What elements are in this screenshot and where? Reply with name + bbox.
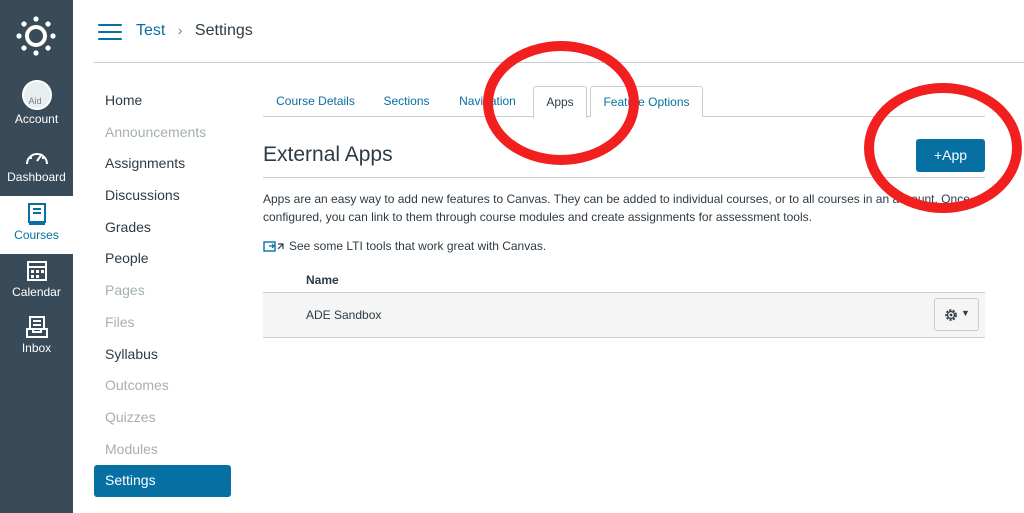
external-apps-title: External Apps xyxy=(263,143,393,166)
breadcrumb-separator: › xyxy=(177,22,183,38)
global-nav-label: Account xyxy=(14,112,59,126)
hamburger-line xyxy=(98,31,122,33)
tab-apps[interactable]: Apps xyxy=(533,86,587,118)
app-name: ADE Sandbox xyxy=(306,308,382,322)
course-nav-pages[interactable]: Pages xyxy=(94,275,231,307)
breadcrumb-course-link[interactable]: Test xyxy=(136,22,165,39)
course-nav-outcomes[interactable]: Outcomes xyxy=(94,370,231,402)
table-row: ADE Sandbox ▼ xyxy=(263,293,985,338)
avatar: Aid xyxy=(21,80,52,110)
course-nav-announcements[interactable]: Announcements xyxy=(94,117,231,149)
hamburger-line xyxy=(98,24,122,26)
course-menu-toggle-button[interactable] xyxy=(98,24,122,42)
global-nav-courses[interactable]: Courses xyxy=(0,196,73,254)
header-divider xyxy=(94,62,1024,63)
plus-icon: + xyxy=(933,147,943,163)
global-nav-dashboard[interactable]: Dashboard xyxy=(0,146,73,202)
column-header-name: Name xyxy=(306,273,339,287)
lti-tools-link[interactable]: See some LTI tools that work great with … xyxy=(263,239,546,253)
global-nav: Aid Account Dashboard Courses Calendar I… xyxy=(0,0,73,513)
breadcrumb: Test › Settings xyxy=(136,22,253,40)
tab-sections[interactable]: Sections xyxy=(372,86,441,117)
course-nav-assignments[interactable]: Assignments xyxy=(94,148,231,180)
course-nav-files[interactable]: Files xyxy=(94,307,231,339)
global-nav-label: Courses xyxy=(14,228,59,242)
apps-description: Apps are an easy way to add new features… xyxy=(263,192,970,224)
canvas-logo-icon[interactable] xyxy=(16,16,56,56)
course-nav-syllabus[interactable]: Syllabus xyxy=(94,339,231,371)
hamburger-line xyxy=(98,38,122,40)
inbox-icon xyxy=(25,316,48,338)
add-app-button[interactable]: +App xyxy=(916,139,985,172)
caret-down-icon: ▼ xyxy=(961,308,970,318)
lti-tools-link-text: See some LTI tools that work great with … xyxy=(289,239,547,253)
global-nav-label: Calendar xyxy=(12,285,61,299)
title-divider xyxy=(263,177,985,178)
calendar-icon xyxy=(26,261,47,281)
course-nav-home[interactable]: Home xyxy=(94,85,231,117)
app-settings-button[interactable]: ▼ xyxy=(934,298,979,331)
settings-tabs: Course Details Sections Navigation Apps … xyxy=(263,86,985,118)
tab-course-details[interactable]: Course Details xyxy=(263,86,368,117)
course-nav-settings[interactable]: Settings xyxy=(94,465,231,497)
course-nav: Home Announcements Assignments Discussio… xyxy=(94,85,231,497)
course-nav-people[interactable]: People xyxy=(94,243,231,275)
add-app-label: App xyxy=(942,147,968,163)
external-link-icon xyxy=(263,241,284,252)
courses-icon xyxy=(27,203,46,225)
course-nav-quizzes[interactable]: Quizzes xyxy=(94,402,231,434)
gear-icon xyxy=(945,309,957,321)
global-nav-calendar[interactable]: Calendar xyxy=(0,259,73,315)
course-nav-modules[interactable]: Modules xyxy=(94,434,231,466)
tab-navigation[interactable]: Navigation xyxy=(445,86,530,117)
global-nav-label: Dashboard xyxy=(7,170,66,184)
global-nav-label: Inbox xyxy=(21,341,52,355)
breadcrumb-current: Settings xyxy=(194,22,253,39)
course-nav-grades[interactable]: Grades xyxy=(94,212,231,244)
global-nav-account[interactable]: Aid Account xyxy=(0,80,73,136)
dashboard-icon xyxy=(25,153,48,165)
global-nav-inbox[interactable]: Inbox xyxy=(0,315,73,371)
course-nav-discussions[interactable]: Discussions xyxy=(94,180,231,212)
tab-feature-options[interactable]: Feature Options xyxy=(590,86,703,117)
